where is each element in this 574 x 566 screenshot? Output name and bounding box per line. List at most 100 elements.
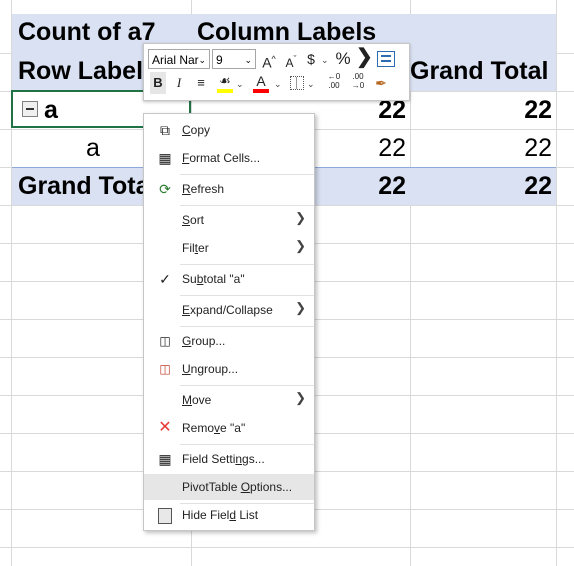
increase-decimal-button[interactable]: ←0.00 <box>324 72 344 94</box>
menu-item-ungroup[interactable]: ◫ Ungroup... <box>144 356 314 382</box>
currency-icon: $ <box>307 51 315 67</box>
center-align-button[interactable]: ≡ <box>192 72 210 94</box>
label-part: ort <box>190 213 205 227</box>
menu-item-filter[interactable]: Filter ❯ <box>144 235 314 261</box>
menu-item-copy[interactable]: ⧉ Copy <box>144 117 314 143</box>
menu-item-label: Filter <box>182 241 209 255</box>
group-icon: ◫ <box>159 334 171 348</box>
menu-item-move[interactable]: Move ❯ <box>144 387 314 413</box>
grid-line <box>556 0 557 566</box>
menu-separator <box>180 205 314 206</box>
font-color-button[interactable]: A <box>252 70 270 93</box>
bold-button[interactable]: B <box>150 72 166 94</box>
font-name-value: Arial Nar <box>152 53 199 67</box>
label-part: xpand/Collapse <box>190 303 273 317</box>
grid-line <box>0 547 574 548</box>
label-accelerator: U <box>182 362 191 376</box>
row-a-total[interactable]: 22 <box>410 96 552 125</box>
decrease-decimal-icon: .00 →0 <box>351 72 365 90</box>
menu-item-label: Subtotal "a" <box>182 272 245 286</box>
format-painter-button[interactable]: ✒ <box>372 72 390 94</box>
menu-item-label: Group... <box>182 334 225 348</box>
refresh-icon: ⟳ <box>159 181 171 197</box>
label-part: Remo <box>182 421 215 435</box>
align-center-icon: ≡ <box>197 75 205 90</box>
menu-item-hide-field-list[interactable]: Hide Field List <box>144 502 314 528</box>
italic-button[interactable]: I <box>172 72 186 94</box>
comma-style-button[interactable]: ❯ <box>356 46 373 68</box>
context-menu: ⧉ Copy ▦ Format Cells... ⟳ Refresh Sort … <box>143 113 315 531</box>
copy-icon: ⧉ <box>160 122 170 138</box>
increase-font-size-button[interactable]: A^ <box>260 48 278 71</box>
comma-icon: ❯ <box>356 46 373 68</box>
label-part: ngroup... <box>190 362 239 376</box>
menu-item-field-settings[interactable]: ▦ Field Settings... <box>144 446 314 472</box>
font-color-swatch <box>253 89 269 93</box>
menu-separator <box>180 174 314 175</box>
label-part: gs... <box>242 452 265 466</box>
menu-item-remove[interactable]: ✕ Remove "a" <box>144 415 314 441</box>
chevron-down-icon[interactable]: ⌄ <box>321 55 329 66</box>
row-label-a-sub[interactable]: a <box>86 134 100 163</box>
borders-button[interactable] <box>290 76 304 90</box>
menu-separator <box>180 264 314 265</box>
font-size-combo[interactable]: 9 ⌄ <box>212 49 256 69</box>
count-of-label[interactable]: Count of a7 <box>18 18 156 47</box>
label-part: ove <box>192 393 212 407</box>
increase-decimal-icon: ←0.00 <box>327 72 341 90</box>
field-settings-icon: ▦ <box>158 451 172 467</box>
fill-color-button[interactable]: ☙ <box>216 70 234 93</box>
collapse-minus-icon[interactable] <box>22 101 38 117</box>
row-a-sub-value[interactable]: 22 <box>316 134 406 163</box>
ungroup-icon: ◫ <box>159 362 171 376</box>
percent-style-button[interactable]: % <box>334 48 352 70</box>
percent-icon: % <box>335 49 351 68</box>
row-label-a[interactable]: a <box>44 96 58 125</box>
menu-item-group[interactable]: ◫ Group... <box>144 328 314 354</box>
chevron-down-icon[interactable]: ⌄ <box>307 79 315 90</box>
label-part: Su <box>182 272 197 286</box>
menu-item-label: PivotTable Options... <box>182 480 292 494</box>
italic-icon: I <box>176 75 182 90</box>
fill-color-swatch <box>217 89 233 93</box>
grand-total-column-header[interactable]: Grand Total <box>410 57 548 86</box>
menu-item-expand-collapse[interactable]: Expand/Collapse ❯ <box>144 297 314 323</box>
menu-item-pivottable-options[interactable]: PivotTable Options... <box>144 474 314 500</box>
grand-total-row-total[interactable]: 22 <box>410 172 552 201</box>
font-size-value: 9 <box>216 53 223 67</box>
label-accelerator: M <box>182 393 192 407</box>
decrease-decimal-button[interactable]: .00 →0 <box>348 72 368 94</box>
grand-total-row-value[interactable]: 22 <box>316 172 406 201</box>
chevron-down-icon[interactable]: ⌄ <box>236 79 244 90</box>
row-labels-header[interactable]: Row Labels <box>18 57 157 86</box>
menu-item-refresh[interactable]: ⟳ Refresh <box>144 176 314 202</box>
decrease-font-size-button[interactable]: Aˇ <box>282 48 300 70</box>
menu-item-subtotal[interactable]: ✓ Subtotal "a" <box>144 266 314 292</box>
menu-item-sort[interactable]: Sort ❯ <box>144 207 314 233</box>
font-color-icon: A <box>256 73 266 89</box>
chevron-right-icon: ❯ <box>295 390 306 405</box>
paint-bucket-icon: ☙ <box>219 73 231 88</box>
accounting-format-button[interactable]: $ <box>304 48 318 70</box>
label-accelerator: C <box>182 123 191 137</box>
wrap-text-button[interactable] <box>377 51 395 67</box>
chevron-down-icon[interactable]: ⌄ <box>274 79 282 90</box>
label-part: efresh <box>190 182 225 196</box>
label-part: e "a" <box>220 421 246 435</box>
paintbrush-icon: ✒ <box>375 75 387 91</box>
label-part: roup... <box>191 334 226 348</box>
menu-separator <box>180 295 314 296</box>
label-part: Fil <box>182 241 195 255</box>
menu-item-label: Copy <box>182 123 210 137</box>
label-part: Field Setti <box>182 452 236 466</box>
label-accelerator: S <box>182 213 191 227</box>
menu-item-format-cells[interactable]: ▦ Format Cells... <box>144 145 314 171</box>
borders-icon <box>296 77 297 89</box>
label-accelerator: O <box>240 480 251 494</box>
label-part: List <box>236 508 259 522</box>
font-name-combo[interactable]: Arial Nar ⌄ <box>148 49 210 69</box>
label-part: er <box>198 241 209 255</box>
grand-total-row-label[interactable]: Grand Total <box>18 172 156 201</box>
row-a-sub-total[interactable]: 22 <box>410 134 552 163</box>
chevron-right-icon: ❯ <box>295 300 306 315</box>
